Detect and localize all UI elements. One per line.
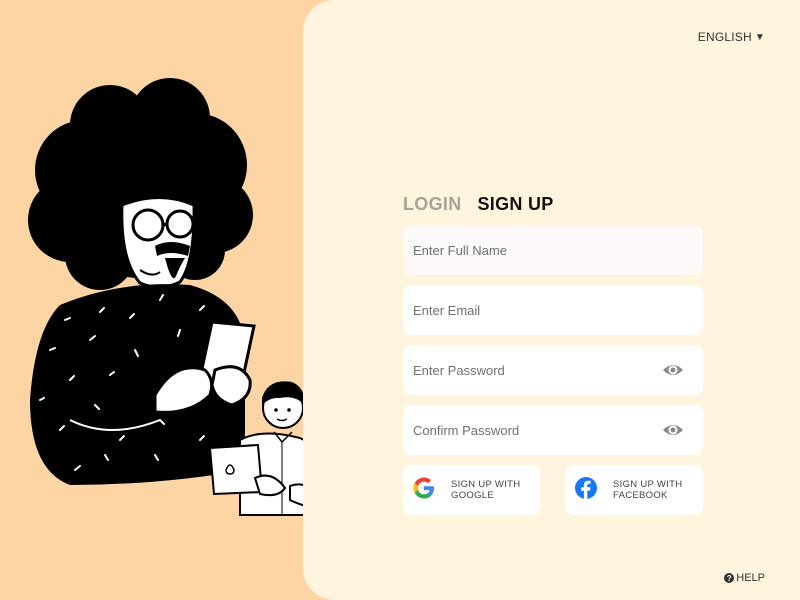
- full-name-field-container: [403, 225, 703, 275]
- google-signup-button[interactable]: SIGN UP WITH GOOGLE: [403, 465, 540, 515]
- caret-down-icon: ▼: [754, 31, 765, 43]
- language-label: ENGLISH: [697, 30, 752, 44]
- google-signup-label: SIGN UP WITH GOOGLE: [451, 479, 521, 501]
- people-with-devices-illustration: [28, 78, 323, 516]
- help-icon: ?: [724, 573, 735, 583]
- email-input[interactable]: [413, 285, 693, 335]
- google-icon: [412, 476, 436, 505]
- confirm-password-input[interactable]: [413, 405, 661, 455]
- eye-icon[interactable]: [661, 418, 685, 442]
- help-label: HELP: [736, 572, 765, 584]
- facebook-icon: [574, 476, 598, 505]
- email-field-container: [403, 285, 703, 335]
- eye-icon[interactable]: [661, 358, 685, 382]
- language-selector[interactable]: ENGLISH ▼: [698, 30, 765, 44]
- signup-panel: ENGLISH ▼ LOGIN SIGN UP Enter Full Name …: [303, 0, 800, 600]
- password-field-container: [403, 345, 703, 395]
- full-name-input[interactable]: [413, 225, 693, 275]
- hero-illustration: [0, 0, 340, 600]
- auth-tabs: LOGIN SIGN UP: [403, 194, 554, 215]
- tab-sign-up[interactable]: SIGN UP: [478, 194, 554, 215]
- confirm-password-field-container: [403, 405, 703, 455]
- help-link[interactable]: ? HELP: [724, 572, 765, 584]
- facebook-signup-label: SIGN UP WITH FACEBOOK: [613, 479, 683, 501]
- tab-login[interactable]: LOGIN: [403, 194, 462, 215]
- password-input[interactable]: [413, 345, 661, 395]
- facebook-signup-button[interactable]: SIGN UP WITH FACEBOOK: [565, 465, 703, 515]
